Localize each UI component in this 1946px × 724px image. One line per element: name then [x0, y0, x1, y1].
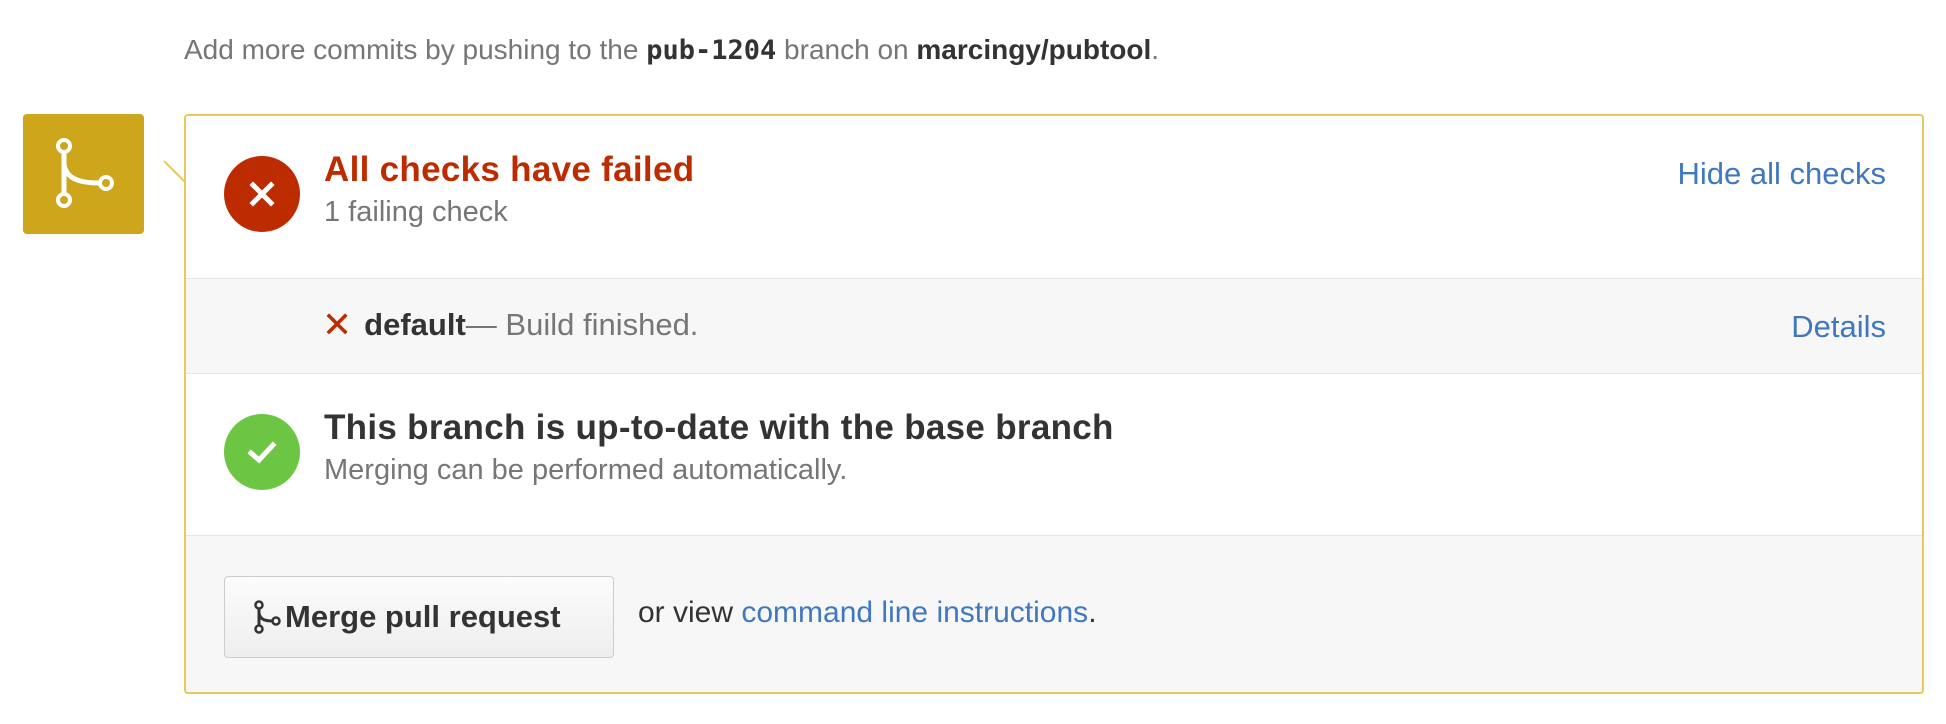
check-icon — [224, 414, 300, 490]
hint-middle: branch on — [776, 34, 917, 65]
checks-summary: All checks have failed 1 failing check H… — [186, 116, 1922, 278]
checks-subtitle: 1 failing check — [324, 196, 508, 228]
push-hint: Add more commits by pushing to the pub-1… — [184, 34, 1159, 66]
checks-title: All checks have failed — [324, 150, 695, 189]
merge-alt-suffix: . — [1088, 596, 1097, 629]
timeline-pointer — [163, 160, 186, 183]
branch-status-title: This branch is up-to-date with the base … — [324, 408, 1114, 447]
merge-alt-prefix: or view — [638, 596, 742, 629]
git-merge-icon — [254, 600, 281, 634]
x-icon: ✕ — [322, 304, 353, 345]
git-merge-glyph — [55, 138, 114, 208]
check-details-link[interactable]: Details — [1791, 309, 1886, 345]
merge-box: All checks have failed 1 failing check H… — [184, 114, 1924, 694]
hint-prefix: Add more commits by pushing to the — [184, 34, 647, 65]
merge-button-label: Merge pull request — [285, 599, 561, 634]
merge-pull-request-button[interactable]: Merge pull request — [224, 576, 614, 658]
branch-status-subtitle: Merging can be performed automatically. — [324, 454, 848, 486]
check-description: — Build finished. — [465, 307, 699, 342]
check-item: ✕ default — Build finished. Details — [186, 278, 1922, 374]
x-icon — [224, 156, 300, 232]
merge-widget-page: Add more commits by pushing to the pub-1… — [0, 0, 1946, 724]
branch-status: This branch is up-to-date with the base … — [186, 374, 1922, 536]
merge-actions: Merge pull request or view command line … — [186, 536, 1922, 692]
check-row: ✕ default — Build finished. — [322, 307, 698, 343]
branch-name: pub-1204 — [646, 35, 777, 66]
command-line-instructions-link[interactable]: command line instructions — [741, 596, 1088, 629]
hint-suffix: . — [1151, 34, 1160, 65]
check-name: default — [364, 307, 466, 342]
git-merge-icon — [23, 114, 144, 234]
merge-alternative: or view command line instructions. — [638, 596, 1097, 630]
hide-all-checks-link[interactable]: Hide all checks — [1678, 156, 1886, 192]
repo-name: marcingy/pubtool — [916, 34, 1152, 65]
